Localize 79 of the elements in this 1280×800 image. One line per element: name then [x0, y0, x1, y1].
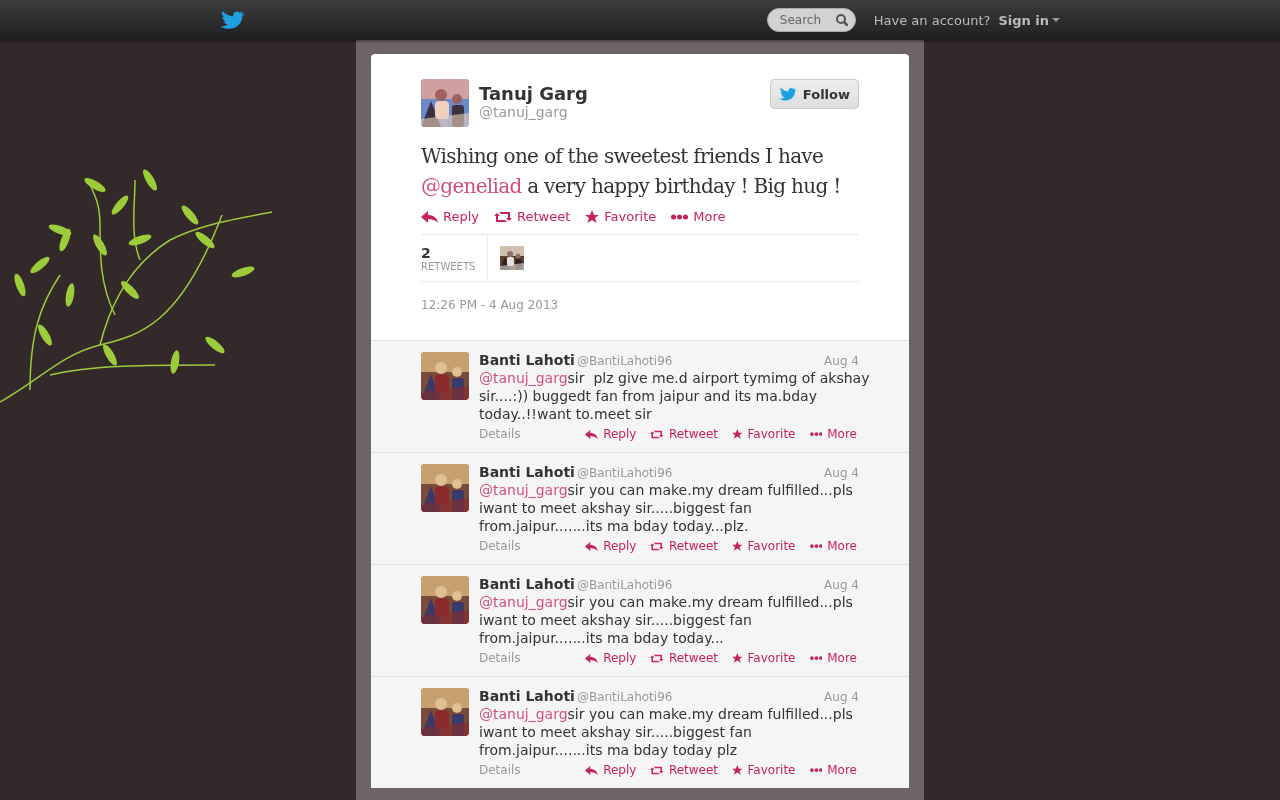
mention-link[interactable]: @tanuj_garg [479, 482, 568, 498]
mention-link[interactable]: @tanuj_garg [479, 594, 568, 610]
search-icon [835, 14, 848, 26]
action-link[interactable]: Retweet [494, 209, 571, 224]
action-link[interactable]: Favorite [732, 426, 796, 442]
action-link[interactable]: Retweet [650, 538, 719, 554]
author-name: Banti Lahoti [479, 352, 575, 368]
author-name: Banti Lahoti [479, 576, 575, 592]
follow-button[interactable]: Follow [769, 79, 859, 109]
author-handle: @BantiLahoti96 [576, 353, 674, 369]
reply-date: Aug 4 [824, 465, 859, 481]
reply-text: @tanuj_gargsir you can make.my dream fulfilled...pls iwant to meet akshay sir.....biggest fan from.jaipur.......its ma bday today...plz. [479, 481, 854, 535]
details-link[interactable]: Details [479, 650, 586, 666]
retweet-icon [650, 653, 664, 663]
mention-link[interactable]: @tanuj_garg [479, 370, 568, 386]
star-icon [732, 541, 743, 551]
tweet-timestamp: 12:26 PM - 4 Aug 2013 [421, 298, 560, 312]
action-link[interactable]: More [809, 762, 857, 778]
reply-text: @tanuj_gargsir you can make.my dream fulfilled...pls iwant to meet akshay sir.....biggest fan from.jaipur.......its ma bday today plz [479, 705, 854, 759]
action-link[interactable]: Reply [585, 426, 637, 442]
reply-icon [585, 765, 599, 775]
star-icon [732, 429, 743, 439]
retweet-icon [650, 765, 664, 775]
reply-date: Aug 4 [824, 353, 859, 369]
action-link[interactable]: Retweet [650, 650, 719, 666]
author-handle: @BantiLahoti96 [576, 465, 674, 481]
search-field[interactable]: Search [766, 8, 856, 32]
tweet-text: Wishing one of the sweetest friends I have @geneliad a very happy birthday ! Big hug ! [421, 143, 842, 200]
reply-icon [585, 653, 599, 663]
action-link[interactable]: Reply [421, 209, 479, 224]
caret-icon [1052, 18, 1060, 22]
account-prompt: Have an account? [873, 12, 991, 28]
retweet-icon [650, 429, 664, 439]
action-link[interactable]: Favorite [585, 209, 657, 224]
reply-icon [585, 541, 599, 551]
star-icon [732, 653, 743, 663]
dots-icon [809, 767, 823, 773]
reply-date: Aug 4 [824, 577, 859, 593]
action-link[interactable]: More [809, 538, 857, 554]
author-name: Banti Lahoti [479, 464, 575, 480]
details-link[interactable]: Details [479, 762, 586, 778]
details-link[interactable]: Details [479, 538, 586, 554]
author-handle: @BantiLahoti96 [576, 577, 674, 593]
reply-icon [421, 210, 438, 223]
retweets-label: RETWEETS [421, 260, 476, 272]
action-link[interactable]: Retweet [650, 426, 719, 442]
bird-logo[interactable] [220, 10, 245, 30]
dots-icon [809, 655, 823, 661]
action-link[interactable]: Favorite [732, 538, 796, 554]
action-link[interactable]: More [809, 426, 857, 442]
retweet-icon [650, 541, 664, 551]
retweet-icon [494, 210, 512, 223]
action-link[interactable]: Reply [585, 762, 637, 778]
mention-link[interactable]: @tanuj_garg [479, 706, 568, 722]
details-link[interactable]: Details [479, 426, 586, 442]
reply-text: @tanuj_gargsir you can make.my dream fulfilled...pls iwant to meet akshay sir.....biggest fan from.jaipur.......its ma bday today... [479, 593, 854, 647]
author-name: Tanuj Garg [479, 83, 589, 104]
action-link[interactable]: Favorite [732, 762, 796, 778]
action-link[interactable]: More [671, 209, 726, 224]
bird-icon [778, 86, 797, 102]
star-icon [732, 765, 743, 775]
action-link[interactable]: Favorite [732, 650, 796, 666]
author-handle: @tanuj_garg [479, 104, 569, 120]
retweet-count: 2 [421, 244, 432, 261]
author-handle: @BantiLahoti96 [576, 689, 674, 705]
dots-icon [809, 543, 823, 549]
action-link[interactable]: Reply [585, 538, 637, 554]
action-link[interactable]: Retweet [650, 762, 719, 778]
reply-icon [585, 429, 599, 439]
mention-link[interactable]: @geneliad [421, 174, 522, 198]
dots-icon [809, 431, 823, 437]
author-name: Banti Lahoti [479, 688, 575, 704]
reply-date: Aug 4 [824, 689, 859, 705]
star-icon [585, 210, 600, 223]
sign-in-link[interactable]: Sign in [998, 12, 1060, 28]
action-link[interactable]: More [809, 650, 857, 666]
action-link[interactable]: Reply [585, 650, 637, 666]
dots-icon [671, 212, 689, 221]
reply-text: @tanuj_gargsir plz give me.d airport tymimg of akshay sir....:)) buggedt fan from jaipur and its ma.bday today..!!want to.meet sir [479, 369, 871, 423]
